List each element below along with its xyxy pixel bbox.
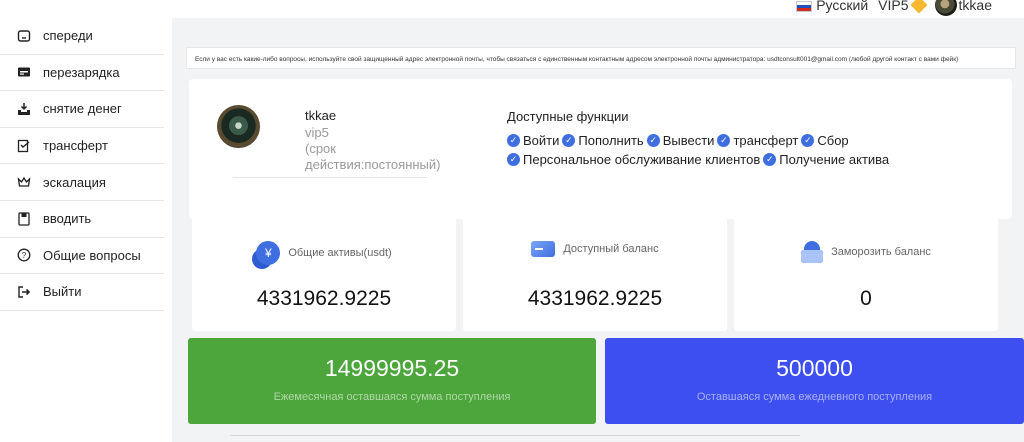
sidebar-item-input[interactable]: вводить — [0, 201, 164, 238]
sidebar-item-logout[interactable]: Выйти — [0, 274, 164, 311]
top-bar: Русский VIP5 tkkae — [0, 0, 1024, 18]
diamond-icon — [910, 0, 928, 14]
russian-flag-icon — [796, 0, 813, 12]
feature-label: трансферт — [733, 133, 799, 148]
recharge-icon — [17, 65, 31, 79]
check-icon: ✓ — [763, 153, 777, 166]
stat-card-available-balance: Доступный баланс 4331962.9225 — [463, 211, 727, 331]
sidebar-item-label: трансферт — [43, 138, 108, 154]
stat-value: 0 — [860, 287, 872, 310]
language-label: Русский — [816, 0, 869, 13]
stat-value: 4331962.9225 — [256, 287, 392, 310]
daily-limit-value: 500000 — [776, 355, 853, 381]
feature-label: Сбор — [817, 133, 849, 148]
check-icon: ✓ — [717, 134, 731, 147]
main-content: Если у вас есть какие-либо вопросы, испо… — [172, 18, 1024, 442]
stat-header: Заморозить баланс — [734, 241, 998, 263]
sidebar-item-label: Общие вопросы — [43, 247, 141, 263]
sidebar-item-label: эскалация — [43, 174, 106, 190]
daily-limit-card: 500000 Оставшаяся сумма ежедневного пост… — [605, 338, 1024, 424]
feature-label: Войти — [523, 133, 560, 148]
stat-header: Доступный баланс — [463, 241, 727, 257]
feature-label: Получение актива — [779, 152, 890, 167]
stat-card-frozen-balance: Заморозить баланс 0 — [734, 211, 998, 331]
check-icon: ✓ — [562, 134, 576, 147]
logout-icon — [17, 285, 31, 299]
check-icon: ✓ — [646, 134, 660, 147]
stat-label: Общие активы(usdt) — [288, 247, 392, 259]
vip-badge: VIP5 — [878, 0, 928, 14]
sidebar-item-home[interactable]: спереди — [0, 18, 164, 55]
avatar — [217, 105, 260, 148]
check-icon: ✓ — [507, 153, 520, 166]
help-icon: ? — [17, 248, 31, 262]
svg-text:?: ? — [22, 251, 27, 260]
feature-item: ✓ Получение актива — [763, 152, 889, 167]
coin-icon: ¥ — [256, 241, 281, 265]
daily-limit-label: Оставшаяся сумма ежедневного поступления — [696, 391, 933, 403]
sidebar-item-transfer[interactable]: трансферт — [0, 128, 164, 165]
feature-item: ✓ Сбор — [801, 133, 849, 148]
profile-term: (срок действия:постоянный) — [305, 141, 441, 172]
sidebar-item-label: перезарядка — [43, 64, 120, 80]
monthly-limit-value: 14999995.25 — [324, 355, 460, 381]
check-icon: ✓ — [507, 134, 520, 147]
features-title: Доступные функции — [507, 109, 629, 124]
profile-card: tkkae vip5 (срок действия:постоянный) До… — [189, 79, 1012, 219]
feature-item: ✓ Пополнить — [562, 133, 644, 148]
top-bar-right: Русский VIP5 tkkae — [796, 0, 992, 16]
features-panel: Доступные функции ✓ Войти ✓ Пополнить ✓ Выв… — [507, 109, 947, 167]
notice-banner: Если у вас есть какие-либо вопросы, испо… — [186, 47, 1016, 69]
sidebar-item-escalation[interactable]: эскалация — [0, 164, 164, 201]
withdraw-icon — [17, 102, 31, 116]
stat-label: Доступный баланс — [563, 243, 659, 255]
feature-item: ✓ трансферт — [717, 133, 798, 148]
feature-item: ✓ Войти — [507, 133, 559, 148]
feature-label: Вывести — [662, 133, 715, 148]
feature-label: Персональное обслуживание клиентов — [523, 152, 761, 167]
vip-label: VIP5 — [878, 0, 909, 13]
card-icon — [531, 241, 556, 257]
feature-item: ✓ Вывести — [646, 133, 715, 148]
stat-label: Заморозить баланс — [831, 246, 931, 258]
feature-label: Пополнить — [578, 133, 644, 148]
sidebar-item-label: снятие денег — [43, 101, 122, 117]
lock-icon — [801, 241, 824, 263]
stat-card-total-assets: ¥ Общие активы(usdt) 4331962.9225 — [192, 211, 456, 331]
features-list: ✓ Войти ✓ Пополнить ✓ Вывести ✓ трансферт ✓ С… — [507, 133, 947, 167]
user-menu[interactable]: tkkae — [934, 0, 992, 16]
sidebar-item-faq[interactable]: ? Общие вопросы — [0, 238, 164, 275]
check-icon: ✓ — [801, 134, 815, 147]
profile-vip: vip5 — [305, 125, 329, 140]
sidebar-item-label: Выйти — [43, 284, 82, 300]
sidebar-item-recharge[interactable]: перезарядка — [0, 55, 164, 92]
stat-value: 4331962.9225 — [527, 287, 663, 310]
avatar — [934, 0, 957, 16]
sidebar-item-label: спереди — [43, 28, 93, 44]
crown-icon — [17, 175, 31, 189]
document-icon — [17, 212, 31, 226]
sidebar-item-withdraw[interactable]: снятие денег — [0, 91, 164, 128]
divider — [230, 435, 800, 436]
stat-header: ¥ Общие активы(usdt) — [192, 241, 456, 265]
language-switch[interactable]: Русский — [796, 0, 868, 13]
monthly-limit-label: Ежемесячная оставшаяся сумма поступления — [273, 391, 511, 403]
home-icon — [17, 29, 31, 43]
monthly-limit-card: 14999995.25 Ежемесячная оставшаяся сумма… — [188, 338, 596, 424]
profile-name: tkkae — [305, 108, 337, 123]
sidebar: спереди перезарядка снятие денег трансфе… — [0, 18, 172, 442]
sidebar-item-label: вводить — [43, 211, 92, 227]
divider — [233, 177, 427, 178]
feature-item: ✓ Персональное обслуживание клиентов — [507, 152, 760, 167]
username: tkkae — [958, 0, 992, 13]
transfer-icon — [17, 139, 31, 153]
